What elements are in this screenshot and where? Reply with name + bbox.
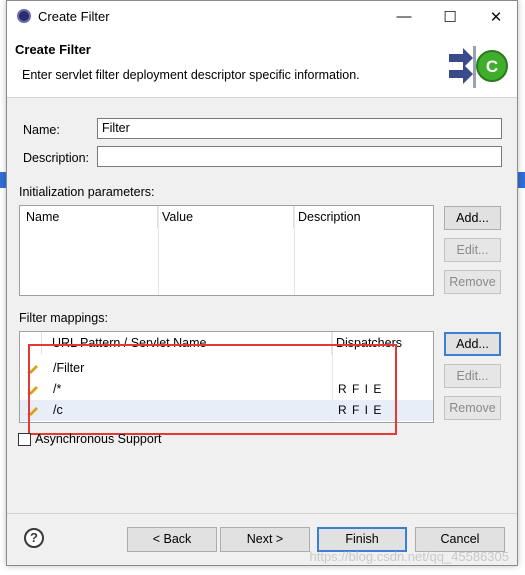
title-bar: Create Filter — ☐ ✕: [7, 1, 517, 32]
init-params-edit-button[interactable]: Edit...: [444, 238, 501, 262]
column-header-name[interactable]: Name: [22, 206, 158, 228]
column-header-description[interactable]: Description: [294, 206, 433, 228]
async-support-checkbox[interactable]: [18, 433, 31, 446]
svg-text:C: C: [486, 57, 498, 76]
column-header-value[interactable]: Value: [158, 206, 294, 228]
footer-separator: [7, 513, 517, 514]
filter-mappings-add-button[interactable]: Add...: [444, 332, 501, 356]
minimize-button[interactable]: —: [381, 1, 427, 32]
annotation-highlight-box: [28, 344, 397, 435]
back-button[interactable]: < Back: [127, 527, 217, 552]
wizard-title: Create Filter: [15, 42, 91, 57]
next-button[interactable]: Next >: [220, 527, 310, 552]
filter-wizard-banner-icon: C: [449, 46, 508, 88]
init-params-label: Initialization parameters:: [19, 185, 155, 199]
wizard-description: Enter servlet filter deployment descript…: [22, 68, 360, 82]
filter-mappings-label: Filter mappings:: [19, 311, 108, 325]
init-params-add-button[interactable]: Add...: [444, 206, 501, 230]
init-params-table[interactable]: Name Value Description: [19, 205, 434, 296]
init-params-remove-button[interactable]: Remove: [444, 270, 501, 294]
column-divider: [294, 206, 295, 295]
window-title: Create Filter: [38, 9, 110, 24]
background-selection-right: [517, 172, 525, 188]
column-divider: [158, 206, 159, 295]
filter-mappings-remove-button[interactable]: Remove: [444, 396, 501, 420]
create-filter-dialog: Create Filter — ☐ ✕ Create Filter Enter …: [6, 0, 518, 566]
wizard-header: Create Filter Enter servlet filter deplo…: [7, 32, 517, 98]
help-icon[interactable]: ?: [24, 528, 44, 548]
close-button[interactable]: ✕: [473, 1, 519, 32]
watermark-text: https://blog.csdn.net/qq_45586305: [309, 549, 510, 564]
filter-mappings-edit-button[interactable]: Edit...: [444, 364, 501, 388]
name-label: Name:: [23, 123, 60, 137]
maximize-button[interactable]: ☐: [427, 1, 473, 32]
async-support-label: Asynchronous Support: [35, 432, 162, 446]
name-field[interactable]: Filter: [97, 118, 502, 139]
eclipse-app-icon: [17, 9, 31, 23]
description-label: Description:: [23, 151, 89, 165]
description-field[interactable]: [97, 146, 502, 167]
